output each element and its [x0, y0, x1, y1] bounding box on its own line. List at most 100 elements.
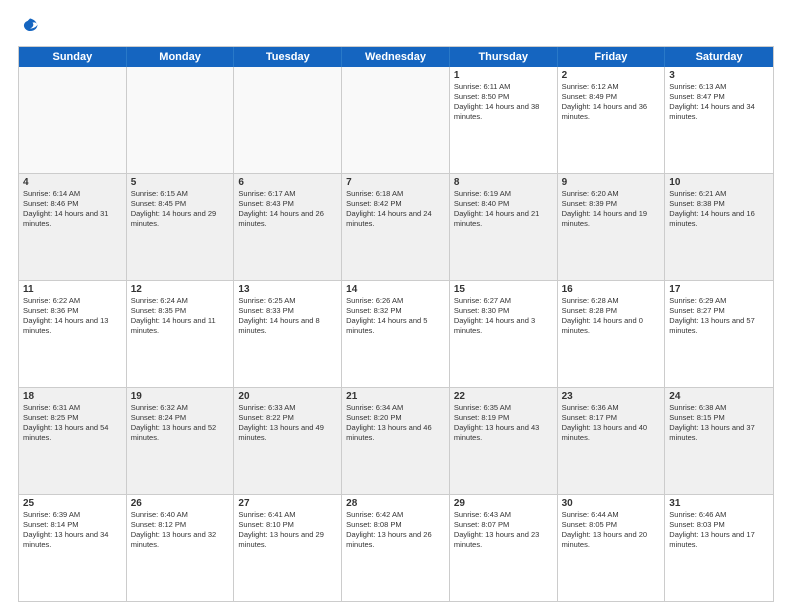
day-info: Sunrise: 6:27 AM Sunset: 8:30 PM Dayligh… [454, 296, 553, 337]
day-number: 22 [454, 391, 553, 402]
day-number: 29 [454, 498, 553, 509]
day-cell-30: 30Sunrise: 6:44 AM Sunset: 8:05 PM Dayli… [558, 495, 666, 601]
day-cell-19: 19Sunrise: 6:32 AM Sunset: 8:24 PM Dayli… [127, 388, 235, 494]
logo-text [18, 16, 42, 36]
day-info: Sunrise: 6:25 AM Sunset: 8:33 PM Dayligh… [238, 296, 337, 337]
day-cell-4: 4Sunrise: 6:14 AM Sunset: 8:46 PM Daylig… [19, 174, 127, 280]
day-info: Sunrise: 6:39 AM Sunset: 8:14 PM Dayligh… [23, 510, 122, 551]
day-info: Sunrise: 6:31 AM Sunset: 8:25 PM Dayligh… [23, 403, 122, 444]
day-cell-28: 28Sunrise: 6:42 AM Sunset: 8:08 PM Dayli… [342, 495, 450, 601]
day-cell-15: 15Sunrise: 6:27 AM Sunset: 8:30 PM Dayli… [450, 281, 558, 387]
day-info: Sunrise: 6:40 AM Sunset: 8:12 PM Dayligh… [131, 510, 230, 551]
day-number: 19 [131, 391, 230, 402]
day-info: Sunrise: 6:12 AM Sunset: 8:49 PM Dayligh… [562, 82, 661, 123]
day-number: 7 [346, 177, 445, 188]
day-cell-22: 22Sunrise: 6:35 AM Sunset: 8:19 PM Dayli… [450, 388, 558, 494]
day-number: 11 [23, 284, 122, 295]
day-number: 14 [346, 284, 445, 295]
header-day-thursday: Thursday [450, 47, 558, 67]
day-cell-18: 18Sunrise: 6:31 AM Sunset: 8:25 PM Dayli… [19, 388, 127, 494]
header-day-saturday: Saturday [665, 47, 773, 67]
day-info: Sunrise: 6:24 AM Sunset: 8:35 PM Dayligh… [131, 296, 230, 337]
day-number: 18 [23, 391, 122, 402]
day-info: Sunrise: 6:13 AM Sunset: 8:47 PM Dayligh… [669, 82, 769, 123]
day-cell-31: 31Sunrise: 6:46 AM Sunset: 8:03 PM Dayli… [665, 495, 773, 601]
day-cell-27: 27Sunrise: 6:41 AM Sunset: 8:10 PM Dayli… [234, 495, 342, 601]
empty-cell [127, 67, 235, 173]
day-number: 1 [454, 70, 553, 81]
day-cell-20: 20Sunrise: 6:33 AM Sunset: 8:22 PM Dayli… [234, 388, 342, 494]
day-number: 20 [238, 391, 337, 402]
day-number: 27 [238, 498, 337, 509]
day-cell-11: 11Sunrise: 6:22 AM Sunset: 8:36 PM Dayli… [19, 281, 127, 387]
day-number: 2 [562, 70, 661, 81]
day-info: Sunrise: 6:14 AM Sunset: 8:46 PM Dayligh… [23, 189, 122, 230]
day-info: Sunrise: 6:44 AM Sunset: 8:05 PM Dayligh… [562, 510, 661, 551]
day-info: Sunrise: 6:28 AM Sunset: 8:28 PM Dayligh… [562, 296, 661, 337]
day-number: 31 [669, 498, 769, 509]
day-cell-23: 23Sunrise: 6:36 AM Sunset: 8:17 PM Dayli… [558, 388, 666, 494]
day-info: Sunrise: 6:21 AM Sunset: 8:38 PM Dayligh… [669, 189, 769, 230]
day-number: 26 [131, 498, 230, 509]
day-cell-6: 6Sunrise: 6:17 AM Sunset: 8:43 PM Daylig… [234, 174, 342, 280]
header-day-monday: Monday [127, 47, 235, 67]
day-info: Sunrise: 6:18 AM Sunset: 8:42 PM Dayligh… [346, 189, 445, 230]
day-number: 24 [669, 391, 769, 402]
day-cell-21: 21Sunrise: 6:34 AM Sunset: 8:20 PM Dayli… [342, 388, 450, 494]
day-cell-16: 16Sunrise: 6:28 AM Sunset: 8:28 PM Dayli… [558, 281, 666, 387]
day-cell-25: 25Sunrise: 6:39 AM Sunset: 8:14 PM Dayli… [19, 495, 127, 601]
empty-cell [19, 67, 127, 173]
page: SundayMondayTuesdayWednesdayThursdayFrid… [0, 0, 792, 612]
calendar-body: 1Sunrise: 6:11 AM Sunset: 8:50 PM Daylig… [19, 67, 773, 601]
calendar-row-2: 4Sunrise: 6:14 AM Sunset: 8:46 PM Daylig… [19, 174, 773, 281]
calendar-row-1: 1Sunrise: 6:11 AM Sunset: 8:50 PM Daylig… [19, 67, 773, 174]
day-number: 8 [454, 177, 553, 188]
header-day-tuesday: Tuesday [234, 47, 342, 67]
day-number: 6 [238, 177, 337, 188]
day-number: 15 [454, 284, 553, 295]
day-number: 16 [562, 284, 661, 295]
day-cell-9: 9Sunrise: 6:20 AM Sunset: 8:39 PM Daylig… [558, 174, 666, 280]
day-info: Sunrise: 6:38 AM Sunset: 8:15 PM Dayligh… [669, 403, 769, 444]
calendar-row-4: 18Sunrise: 6:31 AM Sunset: 8:25 PM Dayli… [19, 388, 773, 495]
day-number: 21 [346, 391, 445, 402]
day-cell-1: 1Sunrise: 6:11 AM Sunset: 8:50 PM Daylig… [450, 67, 558, 173]
day-cell-5: 5Sunrise: 6:15 AM Sunset: 8:45 PM Daylig… [127, 174, 235, 280]
day-number: 13 [238, 284, 337, 295]
day-cell-24: 24Sunrise: 6:38 AM Sunset: 8:15 PM Dayli… [665, 388, 773, 494]
day-number: 25 [23, 498, 122, 509]
day-info: Sunrise: 6:20 AM Sunset: 8:39 PM Dayligh… [562, 189, 661, 230]
calendar-row-5: 25Sunrise: 6:39 AM Sunset: 8:14 PM Dayli… [19, 495, 773, 601]
day-cell-26: 26Sunrise: 6:40 AM Sunset: 8:12 PM Dayli… [127, 495, 235, 601]
day-number: 28 [346, 498, 445, 509]
day-cell-14: 14Sunrise: 6:26 AM Sunset: 8:32 PM Dayli… [342, 281, 450, 387]
day-info: Sunrise: 6:33 AM Sunset: 8:22 PM Dayligh… [238, 403, 337, 444]
day-cell-8: 8Sunrise: 6:19 AM Sunset: 8:40 PM Daylig… [450, 174, 558, 280]
day-info: Sunrise: 6:22 AM Sunset: 8:36 PM Dayligh… [23, 296, 122, 337]
day-info: Sunrise: 6:32 AM Sunset: 8:24 PM Dayligh… [131, 403, 230, 444]
day-cell-17: 17Sunrise: 6:29 AM Sunset: 8:27 PM Dayli… [665, 281, 773, 387]
day-info: Sunrise: 6:29 AM Sunset: 8:27 PM Dayligh… [669, 296, 769, 337]
day-info: Sunrise: 6:36 AM Sunset: 8:17 PM Dayligh… [562, 403, 661, 444]
logo [18, 16, 42, 36]
day-info: Sunrise: 6:17 AM Sunset: 8:43 PM Dayligh… [238, 189, 337, 230]
day-info: Sunrise: 6:43 AM Sunset: 8:07 PM Dayligh… [454, 510, 553, 551]
day-info: Sunrise: 6:34 AM Sunset: 8:20 PM Dayligh… [346, 403, 445, 444]
logo-bird-icon [20, 16, 40, 36]
empty-cell [234, 67, 342, 173]
day-info: Sunrise: 6:19 AM Sunset: 8:40 PM Dayligh… [454, 189, 553, 230]
day-cell-7: 7Sunrise: 6:18 AM Sunset: 8:42 PM Daylig… [342, 174, 450, 280]
day-info: Sunrise: 6:35 AM Sunset: 8:19 PM Dayligh… [454, 403, 553, 444]
calendar-header: SundayMondayTuesdayWednesdayThursdayFrid… [19, 47, 773, 67]
day-info: Sunrise: 6:15 AM Sunset: 8:45 PM Dayligh… [131, 189, 230, 230]
day-cell-10: 10Sunrise: 6:21 AM Sunset: 8:38 PM Dayli… [665, 174, 773, 280]
day-cell-13: 13Sunrise: 6:25 AM Sunset: 8:33 PM Dayli… [234, 281, 342, 387]
day-number: 30 [562, 498, 661, 509]
day-number: 10 [669, 177, 769, 188]
header-day-friday: Friday [558, 47, 666, 67]
header [18, 16, 774, 36]
day-info: Sunrise: 6:42 AM Sunset: 8:08 PM Dayligh… [346, 510, 445, 551]
day-number: 5 [131, 177, 230, 188]
day-cell-29: 29Sunrise: 6:43 AM Sunset: 8:07 PM Dayli… [450, 495, 558, 601]
day-cell-12: 12Sunrise: 6:24 AM Sunset: 8:35 PM Dayli… [127, 281, 235, 387]
